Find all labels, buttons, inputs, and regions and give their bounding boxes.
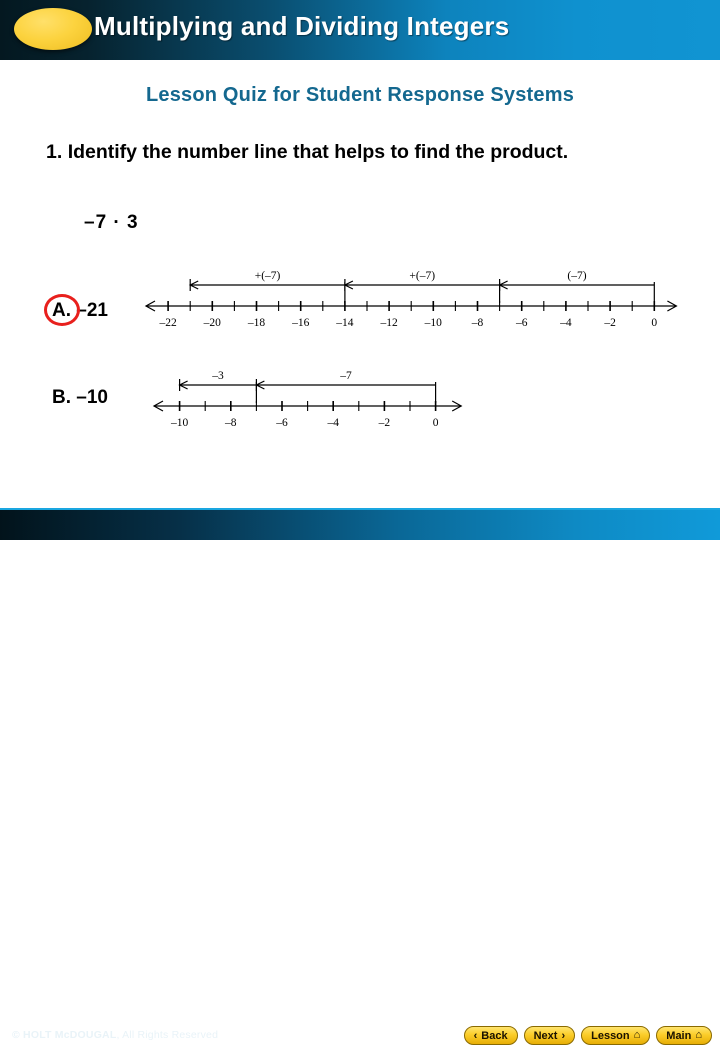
back-button-label: Back xyxy=(481,1029,508,1042)
numberline-a-tick-label: –4 xyxy=(559,317,572,329)
numberline-b-tick-label: –2 xyxy=(378,417,391,429)
numberline-b-tick-label: –6 xyxy=(275,417,288,429)
answer-a-key: A. xyxy=(52,300,71,321)
decorative-ellipse xyxy=(14,8,92,50)
numberline-a-tick-label: –16 xyxy=(291,317,310,329)
copyright-brand: © HOLT McDOUGAL xyxy=(12,1029,117,1041)
numberline-b-tick-label: –10 xyxy=(170,417,189,429)
numberline-a-tick-label: –10 xyxy=(424,317,443,329)
numberline-a-tick-label: –6 xyxy=(515,317,528,329)
numberline-b-tick-label: –8 xyxy=(224,417,237,429)
numberline-b-svg: –10 –8 –6 –4 –2 0 –3 –7 xyxy=(152,370,463,429)
page-title: Multiplying and Dividing Integers xyxy=(94,11,510,41)
numberline-b-tick-label: –4 xyxy=(326,417,339,429)
numberline-a-tick-label: 0 xyxy=(651,317,657,329)
copyright-text: © HOLT McDOUGAL, All Rights Reserved xyxy=(12,1029,218,1041)
numberline-b-jump-label: –3 xyxy=(211,370,224,382)
footer-navigation: ‹ Back Next › Lesson ⌂ Main ⌂ xyxy=(463,1026,712,1045)
footer-bar: © HOLT McDOUGAL, All Rights Reserved ‹ Ba… xyxy=(0,510,720,1045)
lesson-button-label: Lesson xyxy=(591,1029,630,1042)
numberline-a-jump-label: (–7) xyxy=(567,270,586,282)
answer-option-b[interactable]: B. –10 xyxy=(52,387,108,409)
next-button-label: Next xyxy=(533,1029,558,1042)
copyright-rights: , All Rights Reserved xyxy=(116,1029,219,1041)
numberline-a: –22 –20 –18 –16 –14 –12 –10 –8 –6 –4 –2 0 +(–7) +(–7)… xyxy=(140,268,688,330)
question-number: 1. xyxy=(46,141,63,163)
numberline-b: –10 –8 –6 –4 –2 0 –3 –7 xyxy=(140,368,470,430)
chevron-right-icon: › xyxy=(561,1029,566,1042)
answer-a-value: –21 xyxy=(76,300,108,321)
question-block: 1. Identify the number line that helps t… xyxy=(46,138,676,166)
numberline-a-svg: –22 –20 –18 –16 –14 –12 –10 –8 –6 –4 –2 0+(–7) +(–7)… xyxy=(144,270,678,329)
main-button[interactable]: Main ⌂ xyxy=(656,1026,712,1045)
numberline-a-tick-label: –18 xyxy=(247,317,266,329)
numberline-a-tick-label: –2 xyxy=(603,317,616,329)
chevron-left-icon: ‹ xyxy=(473,1029,478,1042)
next-button[interactable]: Next › xyxy=(523,1026,576,1045)
main-button-label: Main xyxy=(666,1029,692,1042)
numberline-a-jump-label: +(–7) xyxy=(409,270,435,282)
lesson-button[interactable]: Lesson ⌂ xyxy=(581,1026,651,1045)
lesson-subtitle: Lesson Quiz for Student Response Systems xyxy=(145,84,575,106)
numberline-a-tick-label: –20 xyxy=(203,317,222,329)
numberline-a-tick-label: –12 xyxy=(379,317,398,329)
answer-b-key: B. xyxy=(52,387,71,408)
answer-option-a[interactable]: A. –21 xyxy=(52,300,108,322)
home-icon: ⌂ xyxy=(633,1029,641,1041)
answer-b-value: –10 xyxy=(76,387,108,408)
numberline-a-tick-label: –14 xyxy=(335,317,354,329)
numberline-a-tick-label: –8 xyxy=(471,317,484,329)
title-bar: Multiplying and Dividing Integers xyxy=(0,0,720,60)
question-text: Identify the number line that helps to f… xyxy=(67,141,569,163)
home-icon: ⌂ xyxy=(695,1029,702,1041)
numberline-a-jump-label: +(–7) xyxy=(255,270,281,282)
numberline-a-tick-label: –22 xyxy=(158,317,177,329)
numberline-b-tick-label: 0 xyxy=(433,417,439,429)
question-expression: –7 · 3 xyxy=(84,212,139,233)
back-button[interactable]: ‹ Back xyxy=(463,1026,518,1045)
numberline-b-jump-label: –7 xyxy=(339,370,352,382)
